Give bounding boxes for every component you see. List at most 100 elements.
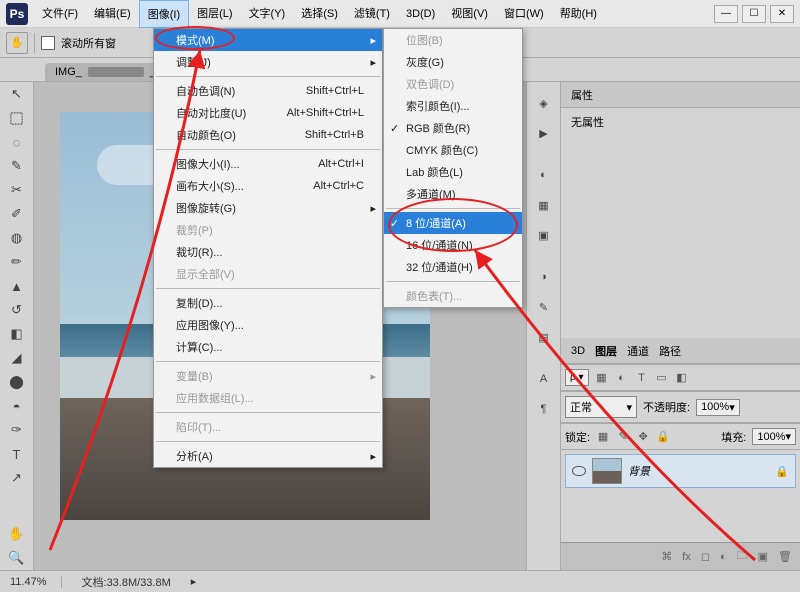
brush-panel-icon[interactable]: ✎ [530,294,558,320]
new-layer-icon[interactable]: ▣ [758,550,768,563]
menu-help[interactable]: 帮助(H) [552,0,605,28]
tab-channels[interactable]: 通道 [627,343,649,359]
image-menu-item-5[interactable]: 自动颜色(O)Shift+Ctrl+B [154,124,382,146]
lock-position-icon[interactable]: ✥ [636,430,650,444]
zoom-tool[interactable]: 🔍 [3,547,31,569]
blur-tool[interactable]: ⬤ [3,371,31,393]
gradient-tool[interactable]: ◢ [3,347,31,369]
layer-name: 背景 [628,463,650,479]
move-tool[interactable]: ↖ [3,83,31,105]
filter-smart-icon[interactable]: ◧ [675,371,689,385]
filter-adjust-icon[interactable]: ◐ [615,371,629,385]
menu-layer[interactable]: 图层(L) [189,0,240,28]
menu-3d[interactable]: 3D(D) [398,0,443,28]
adjustment-layer-icon[interactable]: ◐ [720,551,727,563]
mode-submenu-item-4[interactable]: ✓RGB 颜色(R) [384,117,522,139]
eyedropper-tool[interactable]: ✐ [3,203,31,225]
opacity-field[interactable]: 100%▾ [696,399,740,416]
image-menu-item-23[interactable]: 分析(A)▸ [154,445,382,467]
menu-edit[interactable]: 编辑(E) [86,0,139,28]
zoom-level[interactable]: 11.47% [10,576,62,588]
info-panel-icon[interactable]: ▶ [530,120,558,146]
crop-tool[interactable]: ✂ [3,179,31,201]
mode-submenu-item-3[interactable]: 索引颜色(I)... [384,95,522,117]
lock-all-icon[interactable]: 🔒 [656,430,670,444]
brush-presets-panel-icon[interactable]: ▤ [530,324,558,350]
hand-tool-icon[interactable]: ✋ [6,32,28,54]
layer-row-background[interactable]: 背景 🔒 [565,454,796,488]
fx-icon[interactable]: fx [682,551,691,563]
menu-type[interactable]: 文字(Y) [241,0,294,28]
layer-visibility-icon[interactable] [572,466,586,476]
image-menu-item-16[interactable]: 计算(C)... [154,336,382,358]
history-brush-tool[interactable]: ↺ [3,299,31,321]
tab-layers[interactable]: 图层 [595,343,617,359]
mode-submenu-item-1[interactable]: 灰度(G) [384,51,522,73]
layer-filter-kind[interactable]: ρ ▾ [565,369,589,386]
mode-submenu-item-11[interactable]: 32 位/通道(H) [384,256,522,278]
path-select-tool[interactable]: ↗ [3,467,31,489]
mask-icon[interactable]: ◻ [701,550,710,563]
group-icon[interactable]: 🗀 [737,547,748,566]
delete-layer-icon[interactable]: 🗑 [778,550,792,563]
image-menu-item-15[interactable]: 应用图像(Y)... [154,314,382,336]
menu-window[interactable]: 窗口(W) [496,0,552,28]
image-menu-item-7[interactable]: 图像大小(I)...Alt+Ctrl+I [154,153,382,175]
image-menu-item-11[interactable]: 裁切(R)... [154,241,382,263]
image-menu-item-9[interactable]: 图像旋转(G)▸ [154,197,382,219]
filter-type-icon[interactable]: T [635,371,649,385]
tab-3d[interactable]: 3D [571,345,585,357]
mode-submenu-item-9[interactable]: ✓8 位/通道(A) [384,212,522,234]
tab-paths[interactable]: 路径 [659,343,681,359]
mode-submenu-item-5[interactable]: CMYK 颜色(C) [384,139,522,161]
image-menu-item-4[interactable]: 自动对比度(U)Alt+Shift+Ctrl+L [154,102,382,124]
mode-submenu-item-10[interactable]: 16 位/通道(N) [384,234,522,256]
menu-image[interactable]: 图像(I) [139,0,189,28]
healing-brush-tool[interactable]: ◍ [3,227,31,249]
character-panel-icon[interactable]: A [530,366,558,392]
pen-tool[interactable]: ✑ [3,419,31,441]
menu-select[interactable]: 选择(S) [293,0,346,28]
image-menu-item-0[interactable]: 模式(M)▸ [154,29,382,51]
adjustments-panel-icon[interactable]: ◑ [530,264,558,290]
filter-pixel-icon[interactable]: ▦ [595,371,609,385]
image-menu-item-3[interactable]: 自动色调(N)Shift+Ctrl+L [154,80,382,102]
clone-stamp-tool[interactable]: ▲ [3,275,31,297]
properties-panel-header[interactable]: 属性 [561,82,800,108]
eraser-tool[interactable]: ◧ [3,323,31,345]
dodge-tool[interactable]: ◓ [3,395,31,417]
menu-file[interactable]: 文件(F) [34,0,86,28]
filter-shape-icon[interactable]: ▭ [655,371,669,385]
histogram-panel-icon[interactable]: ◈ [530,90,558,116]
color-panel-icon[interactable]: ◐ [530,162,558,188]
mode-submenu-item-6[interactable]: Lab 颜色(L) [384,161,522,183]
fill-field[interactable]: 100%▾ [752,428,796,445]
lock-image-icon[interactable]: ✎ [616,430,630,444]
quick-select-tool[interactable]: ✎ [3,155,31,177]
minimize-button[interactable]: — [714,5,738,23]
status-arrow-icon[interactable]: ▸ [191,575,197,588]
image-menu-item-8[interactable]: 画布大小(S)...Alt+Ctrl+C [154,175,382,197]
image-menu-item-1[interactable]: 调整(J)▸ [154,51,382,73]
link-layers-icon[interactable]: ⌘ [661,550,672,563]
maximize-button[interactable]: ☐ [742,5,766,23]
properties-tab-label: 属性 [571,87,593,103]
menu-filter[interactable]: 滤镜(T) [346,0,398,28]
hand-tool[interactable]: ✋ [3,523,31,545]
lasso-tool[interactable]: ◌ [3,131,31,153]
lock-transparent-icon[interactable]: ▦ [596,430,610,444]
close-button[interactable]: ✕ [770,5,794,23]
styles-panel-icon[interactable]: ▣ [530,222,558,248]
brush-tool[interactable]: ✏ [3,251,31,273]
layer-thumbnail[interactable] [592,458,622,484]
swatches-panel-icon[interactable]: ▦ [530,192,558,218]
image-menu-item-14[interactable]: 复制(D)... [154,292,382,314]
marquee-tool[interactable] [3,107,31,129]
mode-submenu-item-7[interactable]: 多通道(M) [384,183,522,205]
scroll-all-checkbox[interactable] [41,36,55,50]
paragraph-panel-icon[interactable]: ¶ [530,396,558,422]
type-tool[interactable]: T [3,443,31,465]
menu-view[interactable]: 视图(V) [443,0,496,28]
blend-mode-dropdown[interactable]: 正常▾ [565,396,637,418]
lock-label: 锁定: [565,429,590,445]
